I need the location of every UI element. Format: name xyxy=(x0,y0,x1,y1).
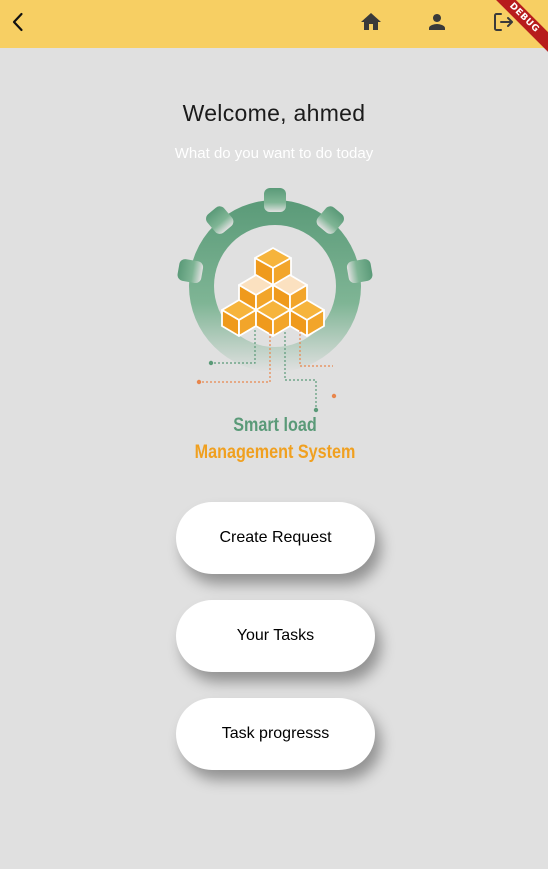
profile-button[interactable] xyxy=(413,0,461,44)
home-button[interactable] xyxy=(347,0,395,44)
app-logo: Smart load Management System xyxy=(155,180,400,480)
logo-title-line1: Smart load xyxy=(233,415,317,436)
task-progress-button[interactable]: Task progresss xyxy=(176,698,375,770)
welcome-subtitle: What do you want to do today xyxy=(174,145,374,162)
back-button[interactable] xyxy=(0,0,36,44)
gear-boxes-logo-graphic xyxy=(177,188,373,413)
your-tasks-button[interactable]: Your Tasks xyxy=(176,600,375,672)
welcome-heading: Welcome, ahmed xyxy=(182,100,366,126)
chevron-left-icon xyxy=(12,12,23,32)
logo-title-line2: Management System xyxy=(194,442,356,463)
logout-icon xyxy=(494,13,513,31)
create-request-button[interactable]: Create Request xyxy=(176,502,375,574)
app-bar xyxy=(0,0,548,48)
logout-button[interactable] xyxy=(479,0,527,44)
home-icon xyxy=(361,13,381,30)
person-icon xyxy=(429,14,445,30)
